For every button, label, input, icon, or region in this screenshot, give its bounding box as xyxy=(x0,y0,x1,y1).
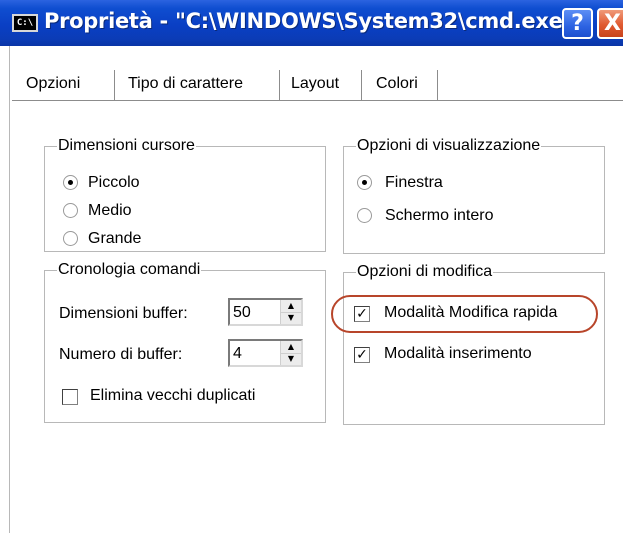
insert-mode-checkbox[interactable]: ✓ xyxy=(354,347,370,363)
group-legend: Opzioni di visualizzazione xyxy=(356,136,542,156)
radio-grande[interactable] xyxy=(63,231,78,246)
group-legend: Dimensioni cursore xyxy=(57,136,196,156)
help-button[interactable]: ? xyxy=(562,8,593,39)
spinner-buttons[interactable]: ▲ ▼ xyxy=(280,300,301,324)
tab-tipo-di-carattere[interactable]: Tipo di carattere xyxy=(128,68,243,100)
tab-baseline xyxy=(12,100,116,101)
spinner-buttons[interactable]: ▲ ▼ xyxy=(280,341,301,365)
cmd-icon[interactable]: C:\ xyxy=(12,14,38,32)
group-legend: Cronologia comandi xyxy=(57,260,202,280)
tab-colori[interactable]: Colori xyxy=(376,68,418,100)
radio-piccolo-label: Piccolo xyxy=(88,174,140,191)
window-left-border xyxy=(0,46,10,533)
radio-finestra[interactable] xyxy=(357,175,372,190)
radio-medio-label: Medio xyxy=(88,202,132,219)
quickedit-highlight-ring xyxy=(331,295,598,333)
radio-finestra-label: Finestra xyxy=(385,174,443,191)
buffer-count-value[interactable]: 4 xyxy=(233,344,242,364)
tab-baseline xyxy=(114,100,623,101)
radio-schermo-intero-label: Schermo intero xyxy=(385,207,494,224)
tab-divider xyxy=(437,70,438,100)
tab-divider xyxy=(279,70,280,100)
buffer-size-label: Dimensioni buffer: xyxy=(59,305,188,322)
insert-mode-label: Modalità inserimento xyxy=(384,345,532,362)
radio-piccolo[interactable] xyxy=(63,175,78,190)
radio-medio[interactable] xyxy=(63,203,78,218)
tab-divider xyxy=(114,70,115,100)
discard-duplicates-label: Elimina vecchi duplicati xyxy=(90,387,256,404)
window-title: Proprietà - "C:\WINDOWS\System32\cmd.exe… xyxy=(44,9,574,33)
spin-down-icon[interactable]: ▼ xyxy=(281,312,301,324)
discard-duplicates-checkbox[interactable] xyxy=(62,389,78,405)
buffer-count-label: Numero di buffer: xyxy=(59,346,183,363)
cursor-size-group: Dimensioni cursore xyxy=(44,136,326,252)
close-button[interactable]: X xyxy=(597,8,623,39)
buffer-count-spinner[interactable]: 4 ▲ ▼ xyxy=(228,339,303,367)
buffer-size-spinner[interactable]: 50 ▲ ▼ xyxy=(228,298,303,326)
buffer-size-value[interactable]: 50 xyxy=(233,303,251,323)
tab-layout[interactable]: Layout xyxy=(291,68,339,100)
title-bar[interactable]: C:\ Proprietà - "C:\WINDOWS\System32\cmd… xyxy=(0,0,623,46)
radio-schermo-intero[interactable] xyxy=(357,208,372,223)
spin-down-icon[interactable]: ▼ xyxy=(281,353,301,365)
properties-window: C:\ Proprietà - "C:\WINDOWS\System32\cmd… xyxy=(0,0,623,533)
tab-divider xyxy=(361,70,362,100)
group-legend: Opzioni di modifica xyxy=(356,262,494,282)
radio-grande-label: Grande xyxy=(88,230,142,247)
display-options-group: Opzioni di visualizzazione xyxy=(343,136,605,254)
tab-opzioni[interactable]: Opzioni xyxy=(26,68,80,100)
